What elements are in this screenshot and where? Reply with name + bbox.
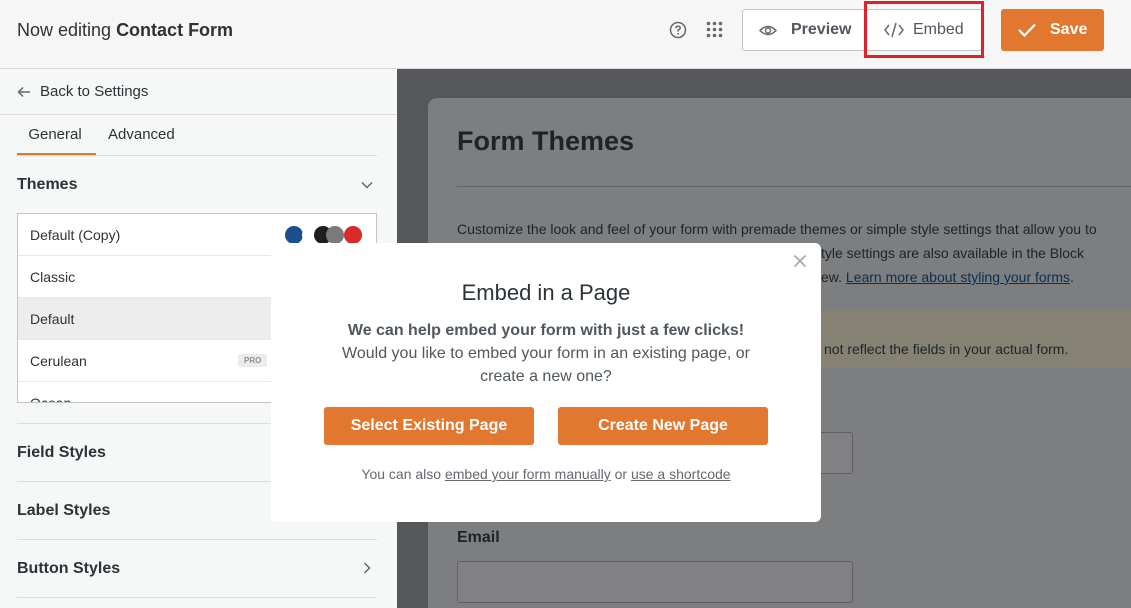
modal-text: Would you like to embed your form in an … bbox=[342, 345, 750, 362]
embed-manually-link[interactable]: embed your form manually bbox=[445, 466, 611, 482]
button-styles-section[interactable]: Button Styles bbox=[17, 560, 120, 578]
back-to-settings-link[interactable]: Back to Settings bbox=[17, 83, 148, 100]
chevron-down-icon[interactable] bbox=[361, 179, 373, 191]
save-button[interactable]: Save bbox=[1001, 9, 1104, 51]
close-icon[interactable] bbox=[793, 254, 807, 268]
theme-name: Default (Copy) bbox=[30, 226, 121, 243]
theme-color-swatches bbox=[285, 226, 362, 244]
divider bbox=[0, 114, 397, 115]
save-label: Save bbox=[1050, 21, 1088, 38]
divider bbox=[17, 597, 377, 598]
top-bar: Now editing Contact Form Preview Embed S… bbox=[0, 0, 1131, 69]
notice-text: not reflect the fields in your actual fo… bbox=[824, 341, 1069, 357]
use-shortcode-link[interactable]: use a shortcode bbox=[631, 466, 731, 482]
theme-name: Cerulean bbox=[30, 352, 87, 369]
email-label: Email bbox=[457, 529, 500, 546]
modal-title: Embed in a Page bbox=[461, 280, 631, 305]
swatch bbox=[326, 226, 344, 244]
swatch bbox=[285, 226, 303, 244]
description-line: Customize the look and feel of your form… bbox=[457, 221, 1097, 237]
create-new-page-button[interactable]: Create New Page bbox=[558, 407, 768, 445]
checkmark-icon bbox=[1018, 23, 1036, 37]
modal-text: create a new one? bbox=[480, 368, 612, 385]
select-existing-page-button[interactable]: Select Existing Page bbox=[324, 407, 534, 445]
form-name: Contact Form bbox=[116, 20, 234, 40]
tab-general[interactable]: General bbox=[17, 126, 96, 156]
description-line: ew. Learn more about styling your forms. bbox=[821, 269, 1074, 285]
swatch bbox=[344, 226, 362, 244]
back-label: Back to Settings bbox=[40, 83, 149, 100]
page-title: Now editing Contact Form bbox=[17, 20, 234, 40]
theme-name: Ocean bbox=[30, 394, 72, 403]
arrow-left-icon bbox=[17, 86, 30, 97]
tabs-underline bbox=[17, 155, 377, 156]
modal-subtitle: We can help embed your form with just a … bbox=[347, 322, 745, 339]
eye-icon bbox=[759, 25, 777, 35]
pro-badge: PRO bbox=[238, 354, 268, 367]
learn-more-link[interactable]: Learn more about styling your forms bbox=[846, 269, 1070, 285]
modal-footer: You can also embed your form manually or… bbox=[361, 466, 731, 482]
help-icon[interactable] bbox=[669, 21, 687, 39]
divider bbox=[457, 186, 1131, 187]
tab-advanced[interactable]: Advanced bbox=[108, 126, 175, 143]
form-themes-title: Form Themes bbox=[457, 126, 635, 156]
label-styles-section[interactable]: Label Styles bbox=[17, 502, 110, 520]
field-styles-section[interactable]: Field Styles bbox=[17, 444, 106, 462]
divider bbox=[17, 539, 377, 540]
theme-name: Default bbox=[30, 310, 75, 327]
preview-label: Preview bbox=[791, 21, 852, 38]
email-input[interactable] bbox=[457, 561, 853, 603]
themes-section-title[interactable]: Themes bbox=[17, 176, 77, 194]
preview-button[interactable]: Preview bbox=[742, 9, 866, 51]
grid-menu-icon[interactable] bbox=[706, 21, 723, 38]
embed-highlight-box bbox=[864, 1, 984, 58]
description-line: tyle settings are also available in the … bbox=[821, 245, 1085, 261]
theme-name: Classic bbox=[30, 268, 76, 285]
chevron-right-icon[interactable] bbox=[361, 562, 373, 574]
